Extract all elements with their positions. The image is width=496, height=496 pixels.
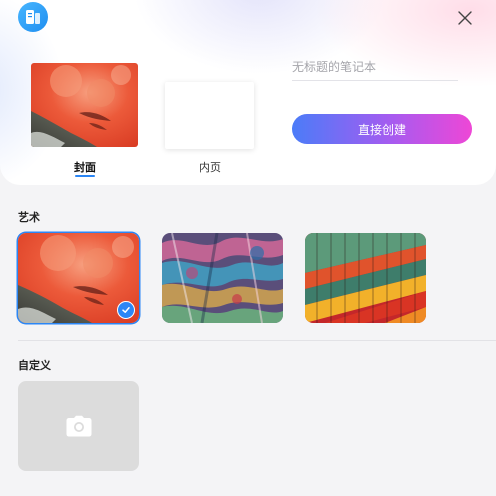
cover-preview[interactable] xyxy=(31,63,138,147)
cover-option-image xyxy=(305,233,426,323)
tab-inner-page[interactable]: 内页 xyxy=(185,159,235,175)
notebook-icon xyxy=(26,10,40,24)
notebook-title-input[interactable] xyxy=(292,54,458,81)
inner-page-preview[interactable] xyxy=(165,82,254,149)
notebook-app-icon xyxy=(18,2,48,32)
close-button[interactable] xyxy=(452,5,478,31)
custom-cover-upload-button[interactable] xyxy=(18,381,139,471)
cover-preview-image xyxy=(31,63,138,147)
section-divider xyxy=(18,340,496,341)
tab-cover[interactable]: 封面 xyxy=(60,159,110,175)
section-title-art: 艺术 xyxy=(18,211,40,224)
active-tab-indicator xyxy=(75,175,95,177)
selected-check-icon xyxy=(117,301,135,319)
cover-option-colorful-texture[interactable] xyxy=(162,233,283,323)
cover-option-stacked-stripes[interactable] xyxy=(305,233,426,323)
close-icon xyxy=(458,11,472,25)
section-title-custom: 自定义 xyxy=(18,359,51,372)
cover-option-image xyxy=(162,233,283,323)
create-directly-button[interactable]: 直接创建 xyxy=(292,114,472,144)
notebook-setup-panel: 封面 内页 直接创建 xyxy=(0,0,496,185)
camera-icon xyxy=(66,415,91,437)
cover-option-red-abstract[interactable] xyxy=(18,233,139,323)
